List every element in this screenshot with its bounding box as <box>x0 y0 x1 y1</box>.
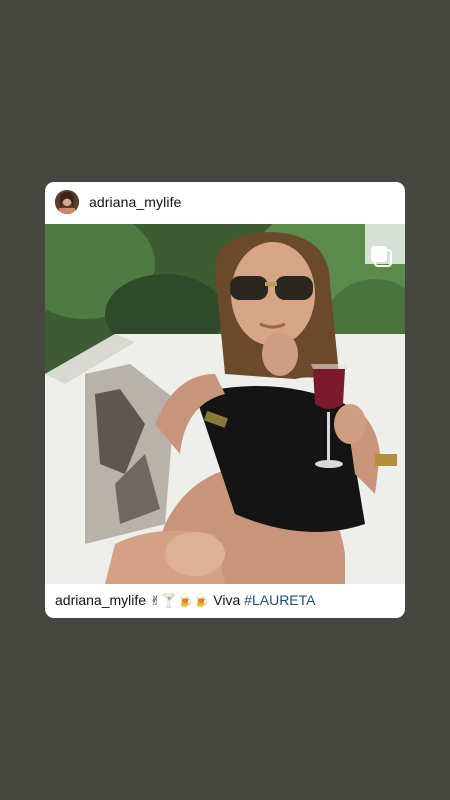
post-card: adriana_mylife adriana_mylife ✌🍸🍺🍺 Viva … <box>45 182 405 618</box>
post-header: adriana_mylife <box>45 182 405 224</box>
post-photo[interactable] <box>45 224 405 584</box>
post-caption: adriana_mylife ✌🍸🍺🍺 Viva #LAURETA <box>55 592 395 609</box>
caption-hashtag[interactable]: #LAURETA <box>244 592 315 608</box>
multiple-images-icon[interactable] <box>369 244 393 268</box>
caption-username[interactable]: adriana_mylife <box>55 592 146 608</box>
header-username[interactable]: adriana_mylife <box>89 194 181 210</box>
caption-text: Viva <box>213 592 241 608</box>
caption-emojis: ✌🍸🍺🍺 <box>149 594 210 609</box>
avatar[interactable] <box>55 190 79 214</box>
